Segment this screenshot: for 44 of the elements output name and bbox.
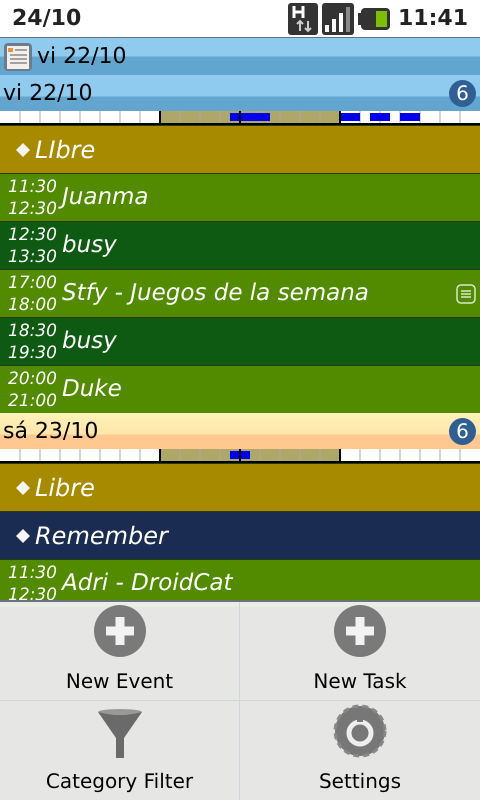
start-time: 11:30 — [8, 176, 54, 198]
count-badge: 6 — [449, 418, 476, 444]
entry-title: Libre — [35, 472, 95, 504]
entry-title: Remember — [35, 520, 168, 552]
day-header[interactable]: vi 22/10 6 — [0, 75, 480, 111]
diamond-icon — [15, 142, 31, 158]
diamond-icon — [15, 528, 31, 544]
title-bar-date: vi 22/10 — [37, 43, 127, 71]
day-label: sá 23/10 — [3, 418, 98, 446]
start-time: 18:30 — [8, 320, 54, 342]
signal-icon — [322, 2, 354, 34]
plus-icon — [333, 604, 387, 658]
start-time: 11:30 — [8, 562, 54, 584]
status-time: 11:41 — [398, 5, 468, 33]
event-title: busy — [62, 327, 117, 356]
event-title: Stfy - Juegos de la semana — [62, 279, 369, 308]
diamond-icon — [15, 480, 31, 496]
start-time: 12:30 — [8, 224, 54, 246]
day-label: vi 22/10 — [3, 80, 93, 108]
gear-icon — [333, 704, 387, 758]
start-time: 17:00 — [8, 272, 54, 294]
menu-item[interactable]: Settings — [240, 701, 480, 800]
end-time: 19:30 — [8, 342, 54, 364]
day-header[interactable]: sá 23/10 6 — [0, 413, 480, 449]
battery-icon — [358, 6, 390, 30]
plus-icon — [92, 604, 146, 658]
end-time: 18:00 — [8, 294, 54, 316]
entry-title: LIbre — [35, 134, 96, 166]
end-time: 21:00 — [8, 390, 54, 412]
status-date: 24/10 — [12, 5, 82, 33]
end-time: 13:30 — [8, 246, 54, 268]
network-type-icon — [288, 2, 318, 34]
funnel-icon — [96, 708, 144, 758]
event-title: busy — [62, 231, 117, 260]
event-title: Adri - DroidCat — [62, 569, 233, 598]
count-badge: 6 — [449, 80, 476, 106]
notepad-icon[interactable] — [3, 42, 33, 72]
menu-item[interactable]: Category Filter — [0, 701, 240, 800]
end-time: 12:30 — [8, 198, 54, 220]
agenda-row[interactable]: Remember — [0, 511, 480, 559]
menu-item[interactable]: New Task — [240, 602, 480, 701]
start-time: 20:00 — [8, 368, 54, 390]
event-title: Duke — [62, 375, 122, 404]
menu-item[interactable]: New Event — [0, 602, 240, 701]
